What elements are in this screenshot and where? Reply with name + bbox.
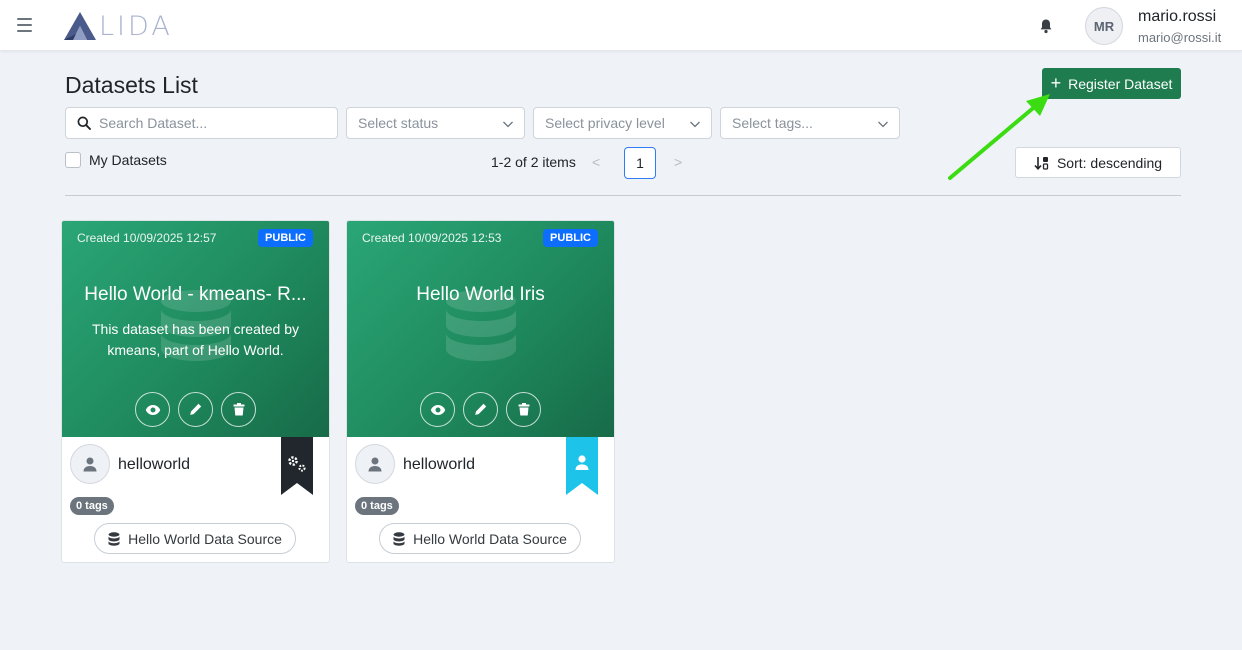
search-input[interactable] xyxy=(99,115,319,131)
chevron-down-icon xyxy=(878,121,888,128)
delete-button[interactable] xyxy=(506,392,541,427)
privacy-select[interactable]: Select privacy level xyxy=(533,107,712,139)
gears-icon xyxy=(281,437,313,495)
dataset-card[interactable]: Created 10/09/2025 12:57 PUBLIC Hello Wo… xyxy=(61,220,330,563)
data-source-label: Hello World Data Source xyxy=(128,530,282,547)
divider xyxy=(65,195,1181,196)
status-select[interactable]: Select status xyxy=(346,107,525,139)
eye-icon xyxy=(145,404,160,415)
privacy-select-placeholder: Select privacy level xyxy=(545,115,665,131)
visibility-badge: PUBLIC xyxy=(543,229,598,247)
sort-label: Sort: descending xyxy=(1056,154,1163,171)
card-actions xyxy=(62,392,329,427)
tags-count-badge: 0 tags xyxy=(355,497,399,515)
chevron-down-icon xyxy=(503,121,513,128)
dataset-card-header: Created 10/09/2025 12:53 PUBLIC Hello Wo… xyxy=(347,221,614,437)
search-field[interactable] xyxy=(65,107,338,139)
data-source-button[interactable]: Hello World Data Source xyxy=(379,523,581,554)
trash-icon xyxy=(518,403,529,416)
pagination-next-button[interactable]: > xyxy=(674,154,682,170)
tags-select[interactable]: Select tags... xyxy=(720,107,900,139)
notifications-bell-icon[interactable] xyxy=(1038,18,1054,34)
register-dataset-button[interactable]: + Register Dataset xyxy=(1042,68,1181,99)
dataset-description: This dataset has been created by kmeans,… xyxy=(91,321,300,358)
my-datasets-label: My Datasets xyxy=(89,152,167,168)
tags-select-placeholder: Select tags... xyxy=(732,115,813,131)
delete-button[interactable] xyxy=(221,392,256,427)
pencil-icon xyxy=(475,403,487,415)
user-avatar[interactable]: MR xyxy=(1085,7,1123,45)
database-icon xyxy=(393,531,405,546)
plus-icon: + xyxy=(1050,72,1062,93)
user-name: mario.rossi xyxy=(1138,8,1217,25)
menu-icon[interactable] xyxy=(17,18,32,32)
user-icon xyxy=(368,457,382,472)
top-bar: LIDA MR mario.rossi mario@rossi.it xyxy=(0,0,1242,51)
owner-avatar xyxy=(70,444,110,484)
edit-button[interactable] xyxy=(178,392,213,427)
pagination-prev-button[interactable]: < xyxy=(592,154,600,170)
eye-icon xyxy=(430,404,445,415)
search-icon xyxy=(77,116,91,130)
created-date: Created 10/09/2025 12:53 xyxy=(362,231,502,245)
status-select-placeholder: Select status xyxy=(358,115,439,131)
user-icon xyxy=(566,437,598,495)
page-title: Datasets List xyxy=(65,72,198,98)
app-logo[interactable]: LIDA xyxy=(63,10,173,42)
pencil-icon xyxy=(190,403,202,415)
pagination-info: 1-2 of 2 items xyxy=(491,154,576,170)
sort-button[interactable]: Sort: descending xyxy=(1015,147,1181,178)
owner-name: helloworld xyxy=(118,456,191,473)
owner-name: helloworld xyxy=(403,456,476,473)
data-source-label: Hello World Data Source xyxy=(413,530,567,547)
sort-icon xyxy=(1034,156,1049,170)
chevron-down-icon xyxy=(690,121,700,128)
card-actions xyxy=(347,392,614,427)
user-email: mario@rossi.it xyxy=(1138,30,1222,45)
register-dataset-label: Register Dataset xyxy=(1068,75,1173,92)
owner-avatar xyxy=(355,444,395,484)
visibility-badge: PUBLIC xyxy=(258,229,313,247)
logo-text: LIDA xyxy=(99,10,173,42)
database-icon xyxy=(108,531,120,546)
created-date: Created 10/09/2025 12:57 xyxy=(77,231,217,245)
my-datasets-toggle[interactable]: My Datasets xyxy=(65,152,167,168)
tags-count-badge: 0 tags xyxy=(70,497,114,515)
my-datasets-checkbox[interactable] xyxy=(65,152,81,168)
dataset-card-header: Created 10/09/2025 12:57 PUBLIC Hello Wo… xyxy=(62,221,329,437)
user-icon xyxy=(83,457,97,472)
data-source-button[interactable]: Hello World Data Source xyxy=(94,523,296,554)
logo-mark-icon xyxy=(64,12,96,40)
view-button[interactable] xyxy=(135,392,170,427)
dataset-card[interactable]: Created 10/09/2025 12:53 PUBLIC Hello Wo… xyxy=(346,220,615,563)
view-button[interactable] xyxy=(420,392,455,427)
dataset-title[interactable]: Hello World Iris xyxy=(361,284,600,306)
trash-icon xyxy=(233,403,244,416)
pagination-page-button[interactable]: 1 xyxy=(624,147,656,179)
edit-button[interactable] xyxy=(463,392,498,427)
dataset-title[interactable]: Hello World - kmeans- R... xyxy=(76,284,315,306)
